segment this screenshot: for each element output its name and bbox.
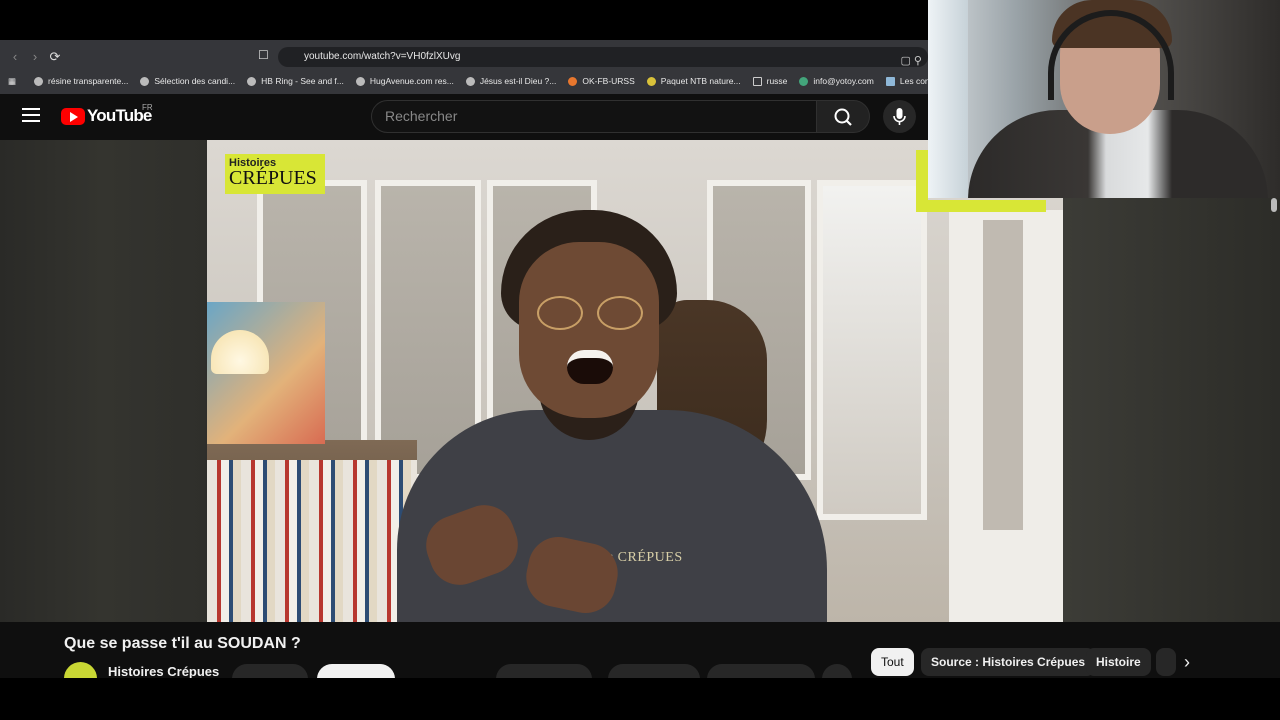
sidebar-ambient — [1063, 198, 1280, 622]
channel-name[interactable]: Histoires Crépues — [108, 664, 219, 678]
microphone-icon — [893, 108, 906, 125]
youtube-logo[interactable]: YouTube — [61, 106, 152, 126]
zoom-icon[interactable]: ▢ ⚲ — [900, 51, 922, 71]
site-icon — [885, 76, 895, 86]
presenter-image: es CRÉPUES — [397, 210, 827, 622]
apps-icon[interactable]: ▦ — [8, 76, 16, 87]
chevron-right-icon[interactable]: › — [1175, 649, 1199, 675]
scrollbar-thumb[interactable] — [1271, 198, 1277, 212]
back-icon[interactable]: ‹ — [6, 48, 24, 66]
books-image — [207, 460, 417, 622]
forward-icon[interactable]: › — [26, 48, 44, 66]
chip-history[interactable]: Histoire — [1086, 648, 1151, 676]
video-info: Que se passe t'il au SOUDAN ? Histoires … — [0, 622, 1280, 678]
menu-icon[interactable] — [22, 108, 40, 122]
bookmark-item[interactable]: résine transparente... — [34, 76, 128, 86]
bookmark-item[interactable]: HB Ring - See and f... — [247, 76, 344, 86]
chip-partial[interactable] — [1156, 648, 1176, 676]
youtube-header: YouTube FR Rechercher — [0, 94, 928, 140]
bookmark-item[interactable]: HugAvenue.com res... — [355, 76, 454, 86]
tab-strip — [0, 0, 928, 40]
site-icon — [140, 76, 150, 86]
share-button[interactable] — [608, 664, 700, 678]
reload-icon[interactable]: ⟳ — [46, 48, 64, 66]
address-bar[interactable]: youtube.com/watch?v=VH0fzlXUvg ▢ ⚲ — [278, 47, 928, 67]
chip-source[interactable]: Source : Histoires Crépues — [921, 648, 1096, 676]
site-icon — [568, 76, 578, 86]
channel-avatar[interactable] — [64, 662, 97, 678]
video-title: Que se passe t'il au SOUDAN ? — [64, 635, 301, 652]
subscribe-button[interactable] — [317, 664, 395, 678]
window-pane — [817, 180, 927, 520]
search-input[interactable]: Rechercher — [371, 100, 817, 133]
site-icon — [646, 76, 656, 86]
voice-search-button[interactable] — [883, 100, 916, 133]
site-icon — [247, 76, 257, 86]
bookmark-icon[interactable]: ☐ — [258, 48, 272, 66]
bookmark-folder[interactable]: russe — [752, 76, 787, 86]
bookmark-item[interactable]: Les concours d'a — [885, 76, 928, 86]
bookmark-item[interactable]: info@yotoy.com — [799, 76, 874, 86]
search-placeholder: Rechercher — [385, 108, 458, 124]
site-icon — [799, 76, 809, 86]
search-icon — [834, 108, 852, 126]
like-button[interactable] — [496, 664, 592, 678]
site-icon — [355, 76, 365, 86]
url-text: youtube.com/watch?v=VH0fzlXUvg — [304, 51, 461, 62]
site-icon — [34, 76, 44, 86]
video-player[interactable]: es CRÉPUES Histoires CRÉPUES — [207, 140, 1063, 622]
browser-toolbar: ‹ › ⟳ ☐ youtube.com/watch?v=VH0fzlXUvg ▢… — [0, 40, 928, 94]
bookmark-item[interactable]: Sélection des candi... — [140, 76, 235, 86]
country-code: FR — [142, 103, 153, 112]
bookmark-item[interactable]: OK-FB-URSS — [568, 76, 635, 86]
search-button[interactable] — [816, 100, 870, 133]
door-frame — [949, 210, 1063, 622]
download-button[interactable] — [707, 664, 815, 678]
webcam-overlay — [928, 0, 1280, 198]
play-logo-icon — [61, 107, 85, 125]
folder-icon — [752, 76, 762, 86]
channel-watermark: Histoires CRÉPUES — [225, 154, 325, 194]
site-icon — [465, 76, 475, 86]
join-button[interactable] — [232, 664, 308, 678]
more-actions-button[interactable] — [822, 664, 852, 678]
bookmark-item[interactable]: Paquet NTB nature... — [646, 76, 741, 86]
address-row: ‹ › ⟳ ☐ youtube.com/watch?v=VH0fzlXUvg ▢… — [0, 44, 928, 70]
bookmark-item[interactable]: Jésus est-il Dieu ?... — [465, 76, 556, 86]
chip-all[interactable]: Tout — [871, 648, 914, 676]
bookmarks-bar: ▦ résine transparente... Sélection des c… — [0, 70, 928, 92]
